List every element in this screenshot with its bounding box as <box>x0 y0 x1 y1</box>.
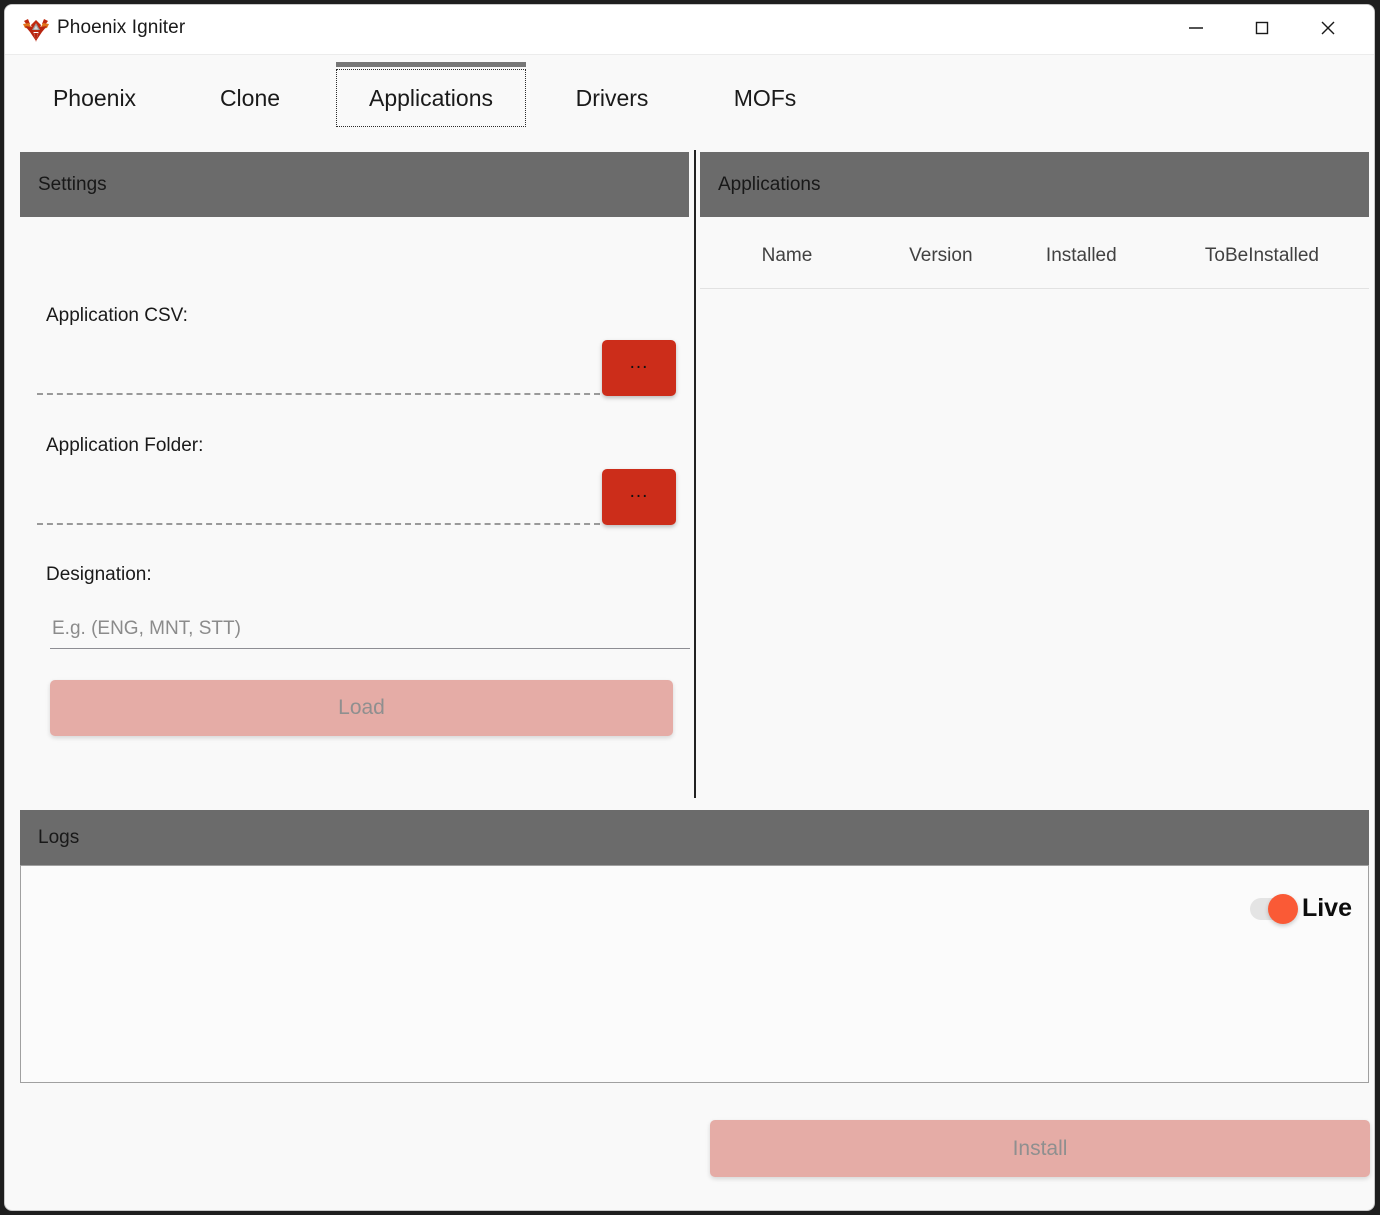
column-header-name[interactable]: Name <box>700 217 874 289</box>
application-folder-label: Application Folder: <box>46 435 204 456</box>
live-toggle-group: Live <box>1249 893 1352 924</box>
panel-divider <box>694 150 696 798</box>
logs-panel-header: Logs <box>20 810 1369 865</box>
application-csv-browse-button[interactable]: ... <box>602 340 676 396</box>
live-toggle-knob <box>1267 893 1298 924</box>
install-button[interactable]: Install <box>710 1120 1370 1177</box>
tab-clone[interactable]: Clone <box>201 69 299 127</box>
application-folder-input[interactable] <box>37 487 600 525</box>
logs-output-box[interactable]: Live <box>20 865 1369 1083</box>
applications-panel-body: Name Version Installed ToBeInstalled <box>700 217 1369 797</box>
application-window: Phoenix Igniter Phoenix Clone Applicatio… <box>4 4 1375 1211</box>
window-title: Phoenix Igniter <box>57 17 186 38</box>
application-csv-label: Application CSV: <box>46 305 188 326</box>
load-button[interactable]: Load <box>50 680 673 736</box>
designation-label: Designation: <box>46 564 152 585</box>
maximize-icon[interactable] <box>1234 5 1290 51</box>
applications-panel-header: Applications <box>700 152 1369 217</box>
tab-mofs[interactable]: MOFs <box>717 69 813 127</box>
applications-table: Name Version Installed ToBeInstalled <box>700 217 1369 289</box>
logs-panel: Logs Live <box>20 810 1369 1083</box>
minimize-icon[interactable] <box>1168 5 1224 51</box>
tab-applications[interactable]: Applications <box>336 62 526 127</box>
live-toggle-switch[interactable] <box>1249 893 1298 924</box>
live-toggle-label: Live <box>1301 894 1352 922</box>
column-header-version[interactable]: Version <box>873 217 1008 289</box>
settings-panel-body: Application CSV: ... Application Folder:… <box>20 217 690 797</box>
tab-drivers[interactable]: Drivers <box>557 69 667 127</box>
column-header-tobeinstalled[interactable]: ToBeInstalled <box>1154 217 1369 289</box>
phoenix-logo-icon <box>21 15 51 45</box>
title-bar: Phoenix Igniter <box>5 5 1374 55</box>
applications-panel: Applications Name Version Installed ToBe… <box>700 152 1369 797</box>
application-csv-input[interactable] <box>37 357 600 395</box>
application-folder-browse-button[interactable]: ... <box>602 469 676 525</box>
close-icon[interactable] <box>1300 5 1356 51</box>
tab-phoenix[interactable]: Phoenix <box>37 69 152 127</box>
table-header-row: Name Version Installed ToBeInstalled <box>700 217 1369 289</box>
settings-panel: Settings Application CSV: ... Applicatio… <box>20 152 690 797</box>
tab-bar: Phoenix Clone Applications Drivers MOFs <box>5 55 1374 141</box>
settings-panel-header: Settings <box>20 152 689 217</box>
designation-input[interactable] <box>50 613 690 649</box>
column-header-installed[interactable]: Installed <box>1007 217 1155 289</box>
